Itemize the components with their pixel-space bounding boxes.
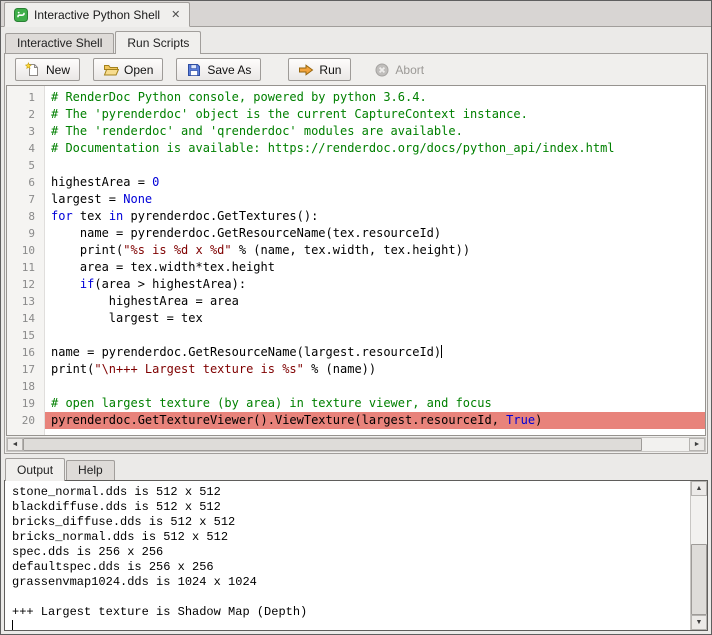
- line-number: 20: [21, 414, 35, 427]
- line-number: 15: [21, 329, 35, 342]
- vertical-scroll-thumb[interactable]: [691, 543, 707, 615]
- tab-help[interactable]: Help: [66, 460, 115, 480]
- abort-button-label: Abort: [395, 62, 425, 77]
- save-as-button[interactable]: Save As: [176, 58, 262, 81]
- line-number: 2: [28, 108, 35, 121]
- open-button[interactable]: Open: [93, 58, 164, 81]
- code-line[interactable]: 11 area = tex.width*tex.height: [7, 259, 705, 276]
- open-button-label: Open: [124, 62, 154, 77]
- tab-run-scripts[interactable]: Run Scripts: [115, 31, 202, 54]
- code-line[interactable]: 16 name = pyrenderdoc.GetResourceName(lar…: [7, 344, 705, 361]
- output-line: spec.dds is 256 x 256: [12, 545, 164, 559]
- tab-output[interactable]: Output: [5, 458, 66, 481]
- code-line[interactable]: 4 # Documentation is available: https://r…: [7, 140, 705, 157]
- code-line[interactable]: 13 highestArea = area: [7, 293, 705, 310]
- code-line[interactable]: 20 pyrenderdoc.GetTextureViewer().ViewTex…: [7, 412, 705, 429]
- output-line: bricks_normal.dds is 512 x 512: [12, 530, 229, 544]
- new-file-icon: [25, 61, 41, 78]
- line-number: 5: [28, 159, 35, 172]
- code-line[interactable]: 9 name = pyrenderdoc.GetResourceName(tex…: [7, 225, 705, 242]
- shell-tab-bar: Interactive Shell Run Scripts: [4, 31, 708, 54]
- window-tab-bar: Interactive Python Shell ✕: [1, 1, 711, 27]
- horizontal-scroll-track[interactable]: [23, 438, 689, 451]
- line-number: 13: [21, 295, 35, 308]
- horizontal-scrollbar[interactable]: ◄ ►: [6, 437, 706, 452]
- new-button-label: New: [46, 62, 71, 77]
- code-line[interactable]: 1 # RenderDoc Python console, powered by …: [7, 89, 705, 106]
- run-button-label: Run: [319, 62, 342, 77]
- open-folder-icon: [103, 62, 120, 78]
- line-number: 1: [28, 91, 35, 104]
- line-number: 10: [21, 244, 35, 257]
- code-line[interactable]: 5: [7, 157, 705, 174]
- code-line[interactable]: 19 # open largest texture (by area) in te…: [7, 395, 705, 412]
- code-line[interactable]: 6 highestArea = 0: [7, 174, 705, 191]
- tab-interactive-shell[interactable]: Interactive Shell: [5, 33, 115, 53]
- output-text[interactable]: stone_normal.dds is 512 x 512 blackdiffus…: [5, 481, 690, 630]
- output-tab-bar: Output Help: [4, 458, 708, 481]
- script-toolbar: New Open Save As Run Abort: [5, 54, 707, 85]
- code-editor[interactable]: 1 # RenderDoc Python console, powered by …: [6, 85, 706, 436]
- scroll-right-icon[interactable]: ►: [689, 438, 705, 451]
- code-line[interactable]: 17 print("\n+++ Largest texture is %s" % …: [7, 361, 705, 378]
- python-shell-icon: [14, 7, 28, 22]
- line-number: 7: [28, 193, 35, 206]
- code-line[interactable]: 10 print("%s is %d x %d" % (name, tex.wi…: [7, 242, 705, 259]
- vertical-scroll-track[interactable]: [691, 496, 707, 615]
- output-line: bricks_diffuse.dds is 512 x 512: [12, 515, 236, 529]
- python-shell-window: Interactive Python Shell ✕ Interactive S…: [0, 0, 712, 635]
- output-caret: [12, 620, 13, 630]
- run-button[interactable]: Run: [288, 58, 352, 81]
- abort-icon: [374, 62, 390, 78]
- run-arrow-icon: [298, 62, 314, 78]
- code-line[interactable]: 18: [7, 378, 705, 395]
- code-lines: 1 # RenderDoc Python console, powered by …: [7, 86, 705, 429]
- scroll-down-icon[interactable]: ▼: [691, 615, 707, 630]
- run-scripts-panel: New Open Save As Run Abort 1 # RenderDoc…: [4, 53, 708, 454]
- horizontal-scroll-thumb[interactable]: [23, 438, 643, 451]
- text-caret: [441, 345, 443, 358]
- vertical-scrollbar[interactable]: ▲ ▼: [690, 481, 707, 630]
- line-number: 14: [21, 312, 35, 325]
- line-number: 4: [28, 142, 35, 155]
- output-panel: stone_normal.dds is 512 x 512 blackdiffus…: [4, 480, 708, 631]
- code-line[interactable]: 8 for tex in pyrenderdoc.GetTextures():: [7, 208, 705, 225]
- output-line: blackdiffuse.dds is 512 x 512: [12, 500, 221, 514]
- code-line[interactable]: 12 if(area > highestArea):: [7, 276, 705, 293]
- output-caret-line: [12, 620, 688, 630]
- output-line: grassenvmap1024.dds is 1024 x 1024: [12, 575, 257, 589]
- output-line: defaultspec.dds is 256 x 256: [12, 560, 214, 574]
- close-icon[interactable]: ✕: [171, 8, 180, 21]
- line-number: 9: [28, 227, 35, 240]
- window-tab-title: Interactive Python Shell: [34, 7, 161, 22]
- main-panel: Interactive Shell Run Scripts New Open S…: [1, 27, 711, 634]
- save-as-button-label: Save As: [207, 62, 252, 77]
- scroll-left-icon[interactable]: ◄: [7, 438, 23, 451]
- save-floppy-icon: [186, 62, 202, 78]
- code-line[interactable]: 15: [7, 327, 705, 344]
- line-number: 8: [28, 210, 35, 223]
- line-number: 19: [21, 397, 35, 410]
- line-number: 11: [21, 261, 35, 274]
- abort-button[interactable]: Abort: [364, 58, 434, 81]
- window-tab[interactable]: Interactive Python Shell ✕: [4, 2, 191, 27]
- output-line: stone_normal.dds is 512 x 512: [12, 485, 221, 499]
- scroll-up-icon[interactable]: ▲: [691, 481, 707, 496]
- code-line[interactable]: 2 # The 'pyrenderdoc' object is the curre…: [7, 106, 705, 123]
- code-line[interactable]: 3 # The 'renderdoc' and 'qrenderdoc' modu…: [7, 123, 705, 140]
- output-line: +++ Largest texture is Shadow Map (Depth…: [12, 605, 308, 619]
- line-number: 12: [21, 278, 35, 291]
- code-line[interactable]: 7 largest = None: [7, 191, 705, 208]
- line-number: 3: [28, 125, 35, 138]
- line-number: 17: [21, 363, 35, 376]
- line-number: 18: [21, 380, 35, 393]
- new-button[interactable]: New: [15, 58, 81, 81]
- line-number: 16: [21, 346, 35, 359]
- line-number: 6: [28, 176, 35, 189]
- code-line[interactable]: 14 largest = tex: [7, 310, 705, 327]
